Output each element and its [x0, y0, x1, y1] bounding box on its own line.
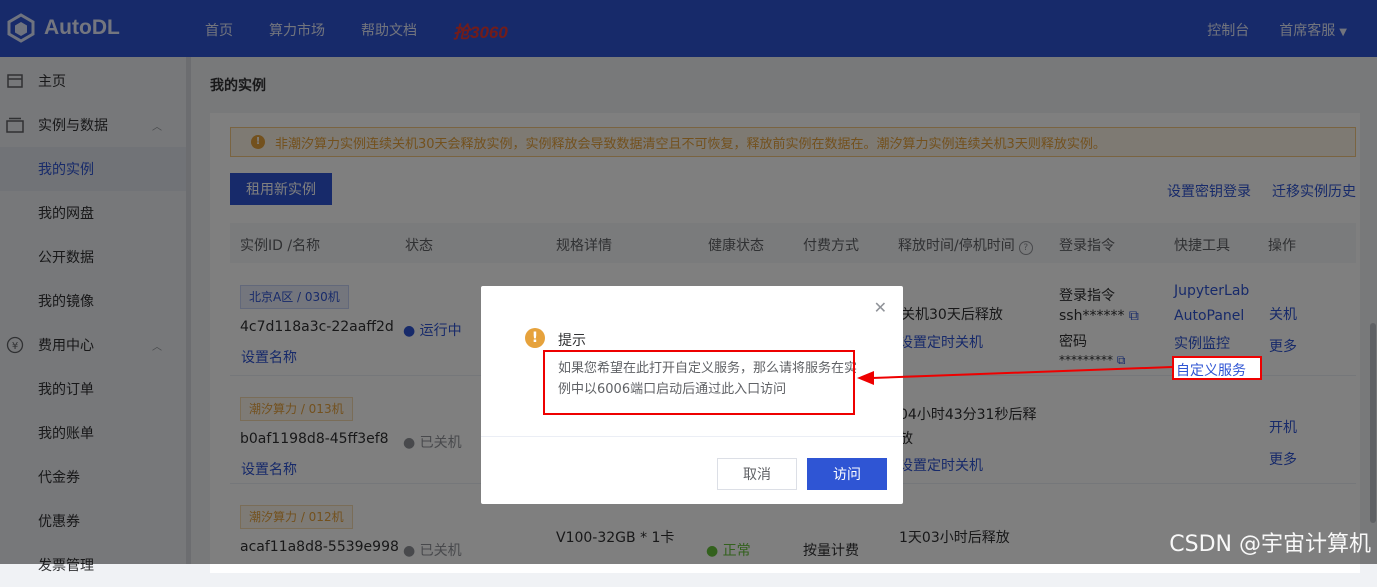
watermark: CSDN @宇宙计算机 [1169, 532, 1371, 557]
annotation-arrow [857, 366, 1173, 385]
